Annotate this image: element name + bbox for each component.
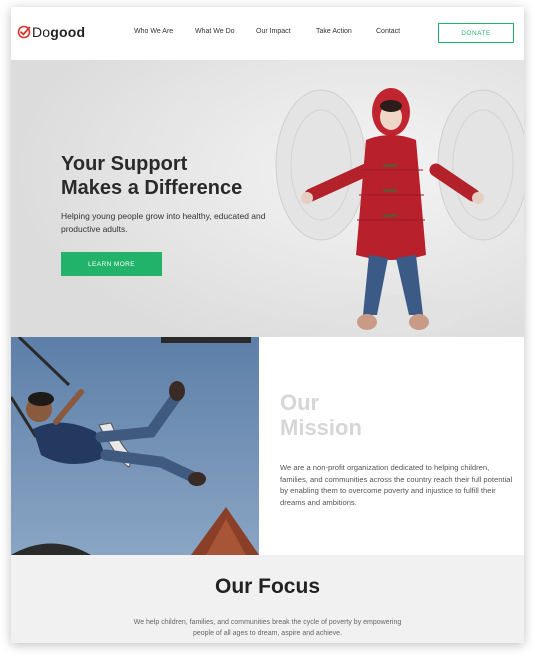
- focus-section: Our Focus We help children, families, an…: [11, 555, 524, 643]
- mission-text: We are a non-profit organization dedicat…: [280, 463, 513, 507]
- site-header: Dogood Who We Are What We Do Our Impact …: [11, 7, 524, 60]
- focus-title: Our Focus: [214, 575, 320, 598]
- focus-text: We help children, families, and communit…: [133, 619, 402, 637]
- logo-text: Dogood: [32, 24, 86, 40]
- check-circle-icon: [17, 25, 31, 39]
- donate-button[interactable]: DONATE: [438, 23, 514, 43]
- nav-contact[interactable]: Contact: [376, 28, 400, 35]
- nav-who-we-are[interactable]: Who We Are: [134, 28, 173, 35]
- logo[interactable]: Dogood: [17, 24, 85, 40]
- hero-section: Your Support Makes a Difference Helping …: [11, 60, 524, 337]
- hero-title: Your Support Makes a Difference: [61, 153, 243, 199]
- learn-more-button[interactable]: LEARN MORE: [61, 252, 162, 276]
- swing-photo-illustration: [11, 337, 259, 555]
- mission-title: Our Mission: [280, 390, 362, 440]
- mission-photo-swing: [11, 337, 259, 555]
- nav-what-we-do[interactable]: What We Do: [195, 28, 235, 35]
- nav-our-impact[interactable]: Our Impact: [256, 28, 291, 35]
- hero-subtitle: Helping young people grow into healthy, …: [61, 211, 266, 234]
- nav-take-action[interactable]: Take Action: [316, 28, 352, 35]
- page-frame: Dogood Who We Are What We Do Our Impact …: [11, 7, 524, 643]
